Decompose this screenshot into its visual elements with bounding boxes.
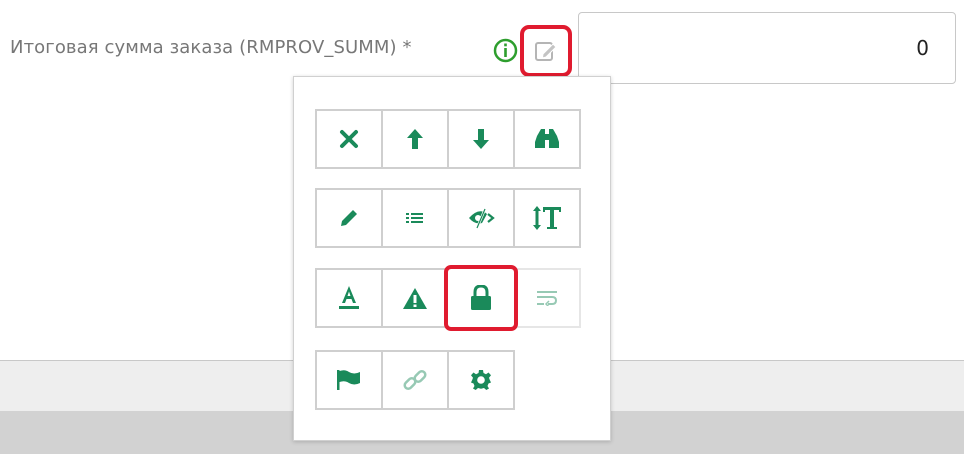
find-button[interactable]: [513, 109, 581, 169]
toolbar-row-3: [315, 265, 581, 331]
gear-icon: [471, 370, 491, 390]
warning-icon: [403, 287, 427, 309]
font-color-button[interactable]: [315, 268, 383, 328]
warning-button[interactable]: [381, 268, 449, 328]
move-down-button[interactable]: [447, 109, 515, 169]
flag-icon: [337, 370, 360, 390]
list-button[interactable]: [381, 188, 449, 248]
binoculars-icon: [535, 129, 559, 148]
hidden-eye-icon: [469, 208, 495, 229]
toolbar-row-1: [315, 109, 581, 169]
edit-note-icon: [535, 42, 557, 61]
field-label: Итоговая сумма заказа (RMPROV_SUMM) *: [10, 37, 412, 58]
edit-settings-button[interactable]: [520, 25, 572, 77]
lock-icon: [471, 285, 491, 310]
lock-button[interactable]: [444, 265, 518, 331]
text-size-icon: [533, 206, 561, 230]
link-icon: [403, 369, 427, 391]
delete-button[interactable]: [315, 109, 383, 169]
settings-button[interactable]: [447, 350, 515, 410]
close-icon: [340, 130, 358, 148]
flag-button[interactable]: [315, 350, 383, 410]
text-wrap-button[interactable]: [513, 268, 581, 328]
field-settings-popup: [293, 76, 611, 441]
toolbar-row-4: [315, 350, 515, 410]
info-icon[interactable]: [493, 38, 518, 63]
total-sum-input[interactable]: 0: [578, 12, 956, 84]
font-color-icon: [339, 286, 359, 309]
pencil-icon: [341, 210, 357, 226]
text-size-button[interactable]: [513, 188, 581, 248]
move-up-button[interactable]: [381, 109, 449, 169]
arrow-up-icon: [407, 129, 423, 149]
link-button[interactable]: [381, 350, 449, 410]
text-wrap-icon: [537, 291, 558, 306]
toolbar-row-2: [315, 188, 581, 248]
visibility-button[interactable]: [447, 188, 515, 248]
arrow-down-icon: [473, 129, 489, 149]
list-icon: [406, 213, 423, 223]
edit-button[interactable]: [315, 188, 383, 248]
